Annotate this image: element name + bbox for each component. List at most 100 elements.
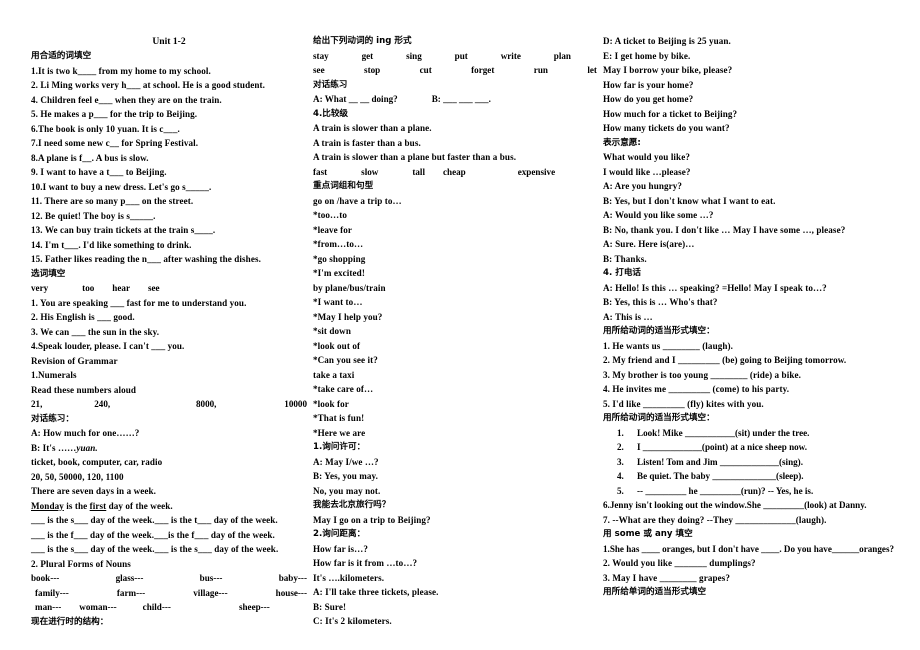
adjective-word: cheap — [442, 166, 466, 177]
verb-word: let — [587, 65, 597, 75]
plural-forms-heading: 2. Plural Forms of Nouns — [31, 558, 131, 569]
word-choice-item: 2. His English is ___ good. — [31, 312, 135, 322]
exercise-item: 1.It is two k____ from my home to my sch… — [31, 65, 211, 76]
word-choice-item: 3. We can ___ the sun in the sky. — [31, 326, 160, 337]
verb-form-item: 1. He wants us ________ (laugh). — [603, 340, 733, 351]
dialog-line: May I borrow your bike, please? — [603, 65, 733, 75]
phrase-item: *go shopping — [313, 253, 366, 264]
plural-word: village--- — [193, 587, 228, 598]
exercise-item: 9. I want to have a t___ to Beijing. — [31, 167, 167, 177]
dialog-line: D: A ticket to Beijing is 25 yuan. — [603, 36, 731, 46]
permission-dialog-line: No, you may not. — [313, 485, 381, 496]
verbs-row-2: see stop cut forget run let — [313, 63, 597, 78]
monday-end: day of the week. — [106, 500, 173, 511]
verb-form-item-7: 7. --What are they doing? --They _______… — [603, 514, 827, 525]
grammar-revision-heading: Revision of Grammar — [31, 355, 118, 366]
number-value: 10000 — [284, 399, 308, 409]
phrase-item: *May I help you? — [313, 311, 383, 322]
exercise-item: 10.I want to buy a new dress. Let's go s… — [31, 181, 212, 192]
present-continuous-heading: 现在进行时的结构： — [31, 616, 109, 627]
list-item-text: Look! Mike ___________(sit) under the tr… — [637, 427, 810, 438]
exercise-item: 4. Children feel e___ when they are on t… — [31, 94, 222, 105]
column-three: D: A ticket to Beijing is 25 yuan. E: I … — [603, 34, 898, 600]
worksheet-page: Unit 1-2 用合适的词填空 1.It is two k____ from … — [0, 0, 920, 650]
dialog-line: A: What __ __ doing? B: ___ ___ ___. — [313, 92, 597, 107]
list-item-text: I _____________(point) at a nice sheep n… — [637, 442, 808, 452]
distance-line: B: Sure! — [313, 601, 347, 612]
exercise-item: 13. We can buy train tickets at the trai… — [31, 225, 216, 235]
exercise-item: 7.I need some new c__ for Spring Festiva… — [31, 138, 199, 148]
list-item-number: 3. — [617, 456, 624, 467]
permission-dialog-line: B: Yes, you may. — [313, 471, 379, 481]
list-item-text: Listen! Tom and Jim _____________(sing). — [637, 456, 803, 467]
week-intro: There are seven days in a week. — [31, 486, 156, 496]
dialog-line: B: It's ……yuan. — [31, 441, 307, 456]
word-bank-item: hear — [112, 283, 130, 293]
plural-word: farm--- — [116, 587, 146, 598]
verb-form-heading: 用所给动词的适当形式填空： — [603, 413, 715, 423]
list-item: 3. Listen! Tom and Jim _____________(sing… — [617, 455, 898, 470]
phrase-item: take a taxi — [313, 369, 355, 380]
comparative-example: A train is slower than a plane. — [313, 123, 432, 133]
verb-word: plan — [553, 50, 571, 61]
number-value: 8000, — [195, 399, 217, 409]
verb-form-numbered-list: 1. Look! Mike ___________(sit) under the … — [603, 426, 898, 499]
word-form-heading: 用所给单词的适当形式填空 — [603, 587, 707, 597]
verb-form-item: 4. He invites me _________ (come) to his… — [603, 384, 790, 394]
phrase-item: *Here we are — [313, 427, 366, 438]
wish-line: What would you like? — [603, 152, 690, 162]
number-value: 21, — [31, 399, 43, 409]
verbs-row-1: stay get sing put write plan — [313, 49, 597, 64]
list-item: 2. I _____________(point) at a nice sheep… — [617, 440, 898, 455]
plural-word: baby--- — [278, 573, 307, 583]
ask-distance-heading: 2.询问距离： — [313, 529, 366, 539]
list-item-number: 5. — [617, 485, 624, 496]
distance-line: C: It's 2 kilometers. — [313, 616, 392, 626]
phrase-item: *I want to… — [313, 297, 363, 307]
adjective-word: expensive — [517, 166, 556, 177]
column-two: 给出下列动词的 ing 形式 stay get sing put write p… — [313, 34, 603, 629]
list-item: 5. -- _________ he _________(run)? -- Yes… — [617, 484, 898, 499]
adjectives-row: fast slow tall cheap expensive — [313, 165, 597, 180]
verb-word: stay — [313, 50, 329, 61]
express-wish-heading: 表示意愿: — [603, 137, 641, 148]
comparative-heading: 4.比较级 — [313, 108, 349, 119]
phrase-item: *Can you see it? — [313, 355, 378, 365]
verb-word: stop — [364, 65, 381, 75]
verb-form-heading: 用所给动词的适当形式填空： — [603, 326, 715, 336]
phrase-item: *I'm excited! — [313, 268, 365, 278]
exercise-item: 6.The book is only 10 yuan. It is c___. — [31, 123, 180, 134]
monday-mid: is the — [63, 500, 90, 511]
verb-word: write — [500, 50, 521, 61]
exercise-item: 8.A plane is f__. A bus is slow. — [31, 152, 149, 163]
dialog-line-text: B: It's …… — [31, 442, 77, 453]
verb-word: cut — [419, 65, 432, 75]
phrase-item: *take care of… — [313, 384, 374, 394]
adjective-word: slow — [361, 166, 379, 177]
permission-dialog-line: A: May I/we …? — [313, 456, 379, 467]
dialog-line: How far is your home? — [603, 79, 694, 90]
phrase-item: *from…to… — [313, 239, 364, 249]
dialog-line: E: I get home by bike. — [603, 50, 691, 61]
list-item-text: -- _________ he _________(run)? -- Yes, … — [637, 485, 814, 496]
verb-word: run — [533, 65, 548, 75]
three-column-layout: Unit 1-2 用合适的词填空 1.It is two k____ from … — [0, 0, 920, 629]
list-item-number: 4. — [617, 471, 624, 481]
number-value: 240, — [94, 399, 111, 409]
list-item-number: 1. — [617, 427, 624, 438]
list-item: 4. Be quiet. The baby ______________(slee… — [617, 469, 898, 484]
verb-word: get — [361, 50, 374, 61]
dialog-practice-heading: 对话练习： — [31, 413, 74, 424]
comparative-example: A train is slower than a plane but faste… — [313, 152, 517, 162]
ing-form-heading: 给出下列动词的 ing 形式 — [313, 36, 412, 46]
